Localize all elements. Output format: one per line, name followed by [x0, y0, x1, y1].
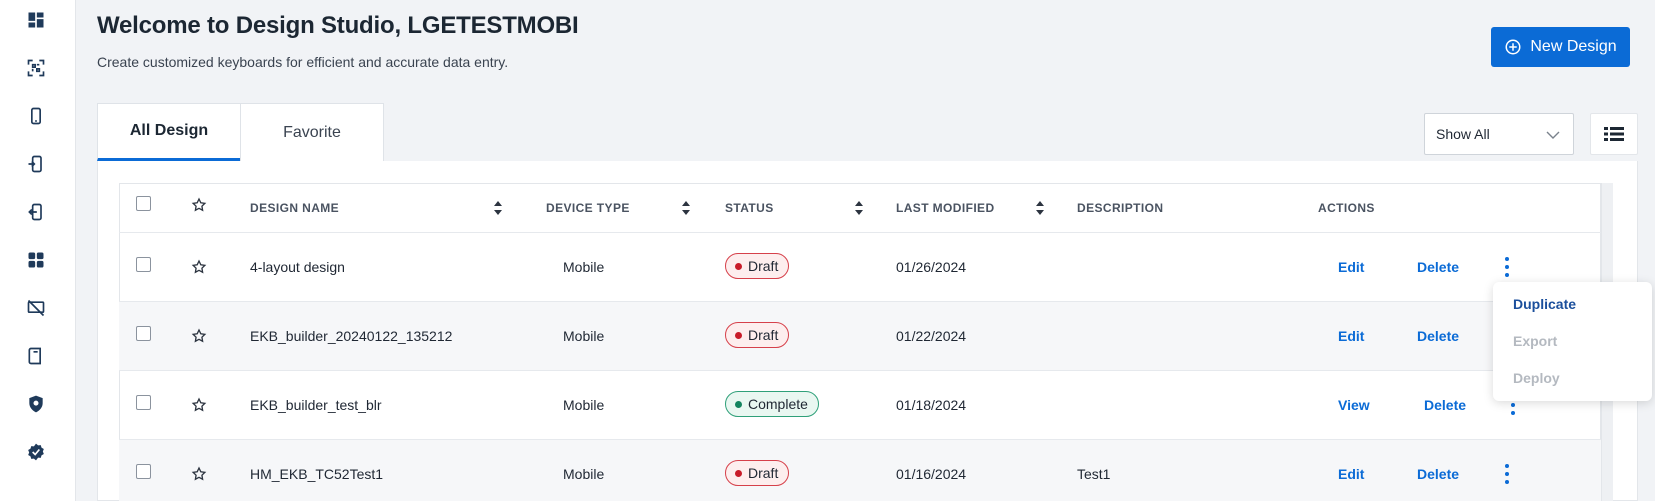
column-header-design-name[interactable]: DESIGN NAME	[250, 201, 339, 215]
column-header-device-type[interactable]: DEVICE TYPE	[546, 201, 630, 215]
select-all-checkbox[interactable]	[136, 196, 151, 211]
design-name: HM_EKB_TC52Test1	[250, 466, 384, 482]
view-link[interactable]: View	[1338, 397, 1370, 413]
status-badge: Draft	[725, 322, 790, 348]
more-actions-icon[interactable]	[1499, 462, 1515, 486]
column-header-last-modified[interactable]: LAST MODIFIED	[896, 201, 995, 215]
description: Test1	[1077, 466, 1111, 482]
edit-link[interactable]: Edit	[1338, 466, 1364, 482]
book-icon[interactable]	[24, 344, 48, 368]
tab-all-design[interactable]: All Design	[97, 103, 241, 161]
status-text: Complete	[748, 396, 808, 412]
column-header-status[interactable]: STATUS	[725, 201, 774, 215]
apps-grid-icon[interactable]	[24, 248, 48, 272]
design-name: 4-layout design	[250, 259, 345, 275]
status-dot-icon	[735, 469, 742, 477]
shield-icon[interactable]	[24, 392, 48, 416]
favorite-header-star-icon[interactable]	[191, 197, 207, 213]
table-header-row: DESIGN NAME DEVICE TYPE STATUS LAST MODI…	[119, 183, 1601, 232]
device-type: Mobile	[563, 397, 605, 413]
last-modified-date: 01/26/2024	[896, 259, 967, 275]
row-checkbox[interactable]	[136, 395, 151, 410]
sort-design-name-icon[interactable]	[493, 201, 503, 215]
tab-favorite[interactable]: Favorite	[240, 103, 384, 161]
edit-link[interactable]: Edit	[1338, 328, 1364, 344]
last-modified-date: 01/16/2024	[896, 466, 967, 482]
row-actions-menu: Duplicate Export Deploy	[1493, 282, 1652, 401]
row-checkbox[interactable]	[136, 257, 151, 272]
sidebar	[0, 0, 76, 501]
new-design-label: New Design	[1530, 38, 1617, 55]
favorite-star-icon[interactable]	[191, 259, 207, 275]
design-name: EKB_builder_test_blr	[250, 397, 382, 413]
chevron-down-icon	[1546, 131, 1560, 139]
sort-device-type-icon[interactable]	[681, 201, 691, 215]
design-name: EKB_builder_20240122_135212	[250, 328, 453, 344]
screen-off-icon[interactable]	[24, 296, 48, 320]
show-filter-select[interactable]: Show All	[1424, 113, 1574, 155]
table-row[interactable]: HM_EKB_TC52Test1 Mobile Draft 01/16/2024…	[119, 439, 1601, 501]
last-modified-date: 01/18/2024	[896, 397, 967, 413]
menu-item-duplicate[interactable]: Duplicate	[1513, 296, 1576, 312]
device-import-icon[interactable]	[24, 152, 48, 176]
status-badge: Draft	[725, 460, 790, 486]
barcode-scan-icon[interactable]	[24, 56, 48, 80]
verified-badge-icon[interactable]	[24, 440, 48, 464]
favorite-star-icon[interactable]	[191, 397, 207, 413]
device-export-icon[interactable]	[24, 200, 48, 224]
sort-status-icon[interactable]	[854, 201, 864, 215]
more-actions-icon[interactable]	[1499, 255, 1515, 279]
status-badge: Complete	[725, 391, 819, 417]
device-type: Mobile	[563, 466, 605, 482]
favorite-star-icon[interactable]	[191, 328, 207, 344]
list-view-toggle[interactable]	[1590, 113, 1638, 155]
page-title: Welcome to Design Studio, LGETESTMOBI	[97, 12, 579, 39]
delete-link[interactable]: Delete	[1417, 466, 1459, 482]
status-text: Draft	[748, 465, 779, 481]
row-checkbox[interactable]	[136, 464, 151, 479]
filter-selected-value: Show All	[1436, 126, 1490, 142]
device-type: Mobile	[563, 328, 605, 344]
status-badge: Draft	[725, 253, 790, 279]
status-dot-icon	[735, 262, 742, 270]
sort-last-modified-icon[interactable]	[1035, 201, 1045, 215]
delete-link[interactable]: Delete	[1424, 397, 1466, 413]
edit-link[interactable]: Edit	[1338, 259, 1364, 275]
status-dot-icon	[735, 331, 742, 339]
row-checkbox[interactable]	[136, 326, 151, 341]
column-header-description: DESCRIPTION	[1077, 201, 1164, 215]
status-dot-icon	[735, 400, 742, 408]
favorite-star-icon[interactable]	[191, 466, 207, 482]
last-modified-date: 01/22/2024	[896, 328, 967, 344]
status-text: Draft	[748, 258, 779, 274]
table-row[interactable]: EKB_builder_20240122_135212 Mobile Draft…	[119, 301, 1601, 370]
device-type: Mobile	[563, 259, 605, 275]
delete-link[interactable]: Delete	[1417, 259, 1459, 275]
column-header-actions: ACTIONS	[1318, 201, 1375, 215]
table-row[interactable]: EKB_builder_test_blr Mobile Complete 01/…	[119, 370, 1601, 439]
list-view-icon	[1604, 127, 1624, 141]
new-design-button[interactable]: New Design	[1491, 27, 1630, 67]
table-row[interactable]: 4-layout design Mobile Draft 01/26/2024 …	[119, 232, 1601, 301]
mobile-device-icon[interactable]	[24, 104, 48, 128]
dashboard-icon[interactable]	[24, 8, 48, 32]
delete-link[interactable]: Delete	[1417, 328, 1459, 344]
add-circle-icon	[1505, 39, 1521, 55]
menu-item-deploy: Deploy	[1513, 370, 1560, 386]
status-text: Draft	[748, 327, 779, 343]
menu-item-export: Export	[1513, 333, 1558, 349]
page-subtitle: Create customized keyboards for efficien…	[97, 54, 509, 70]
